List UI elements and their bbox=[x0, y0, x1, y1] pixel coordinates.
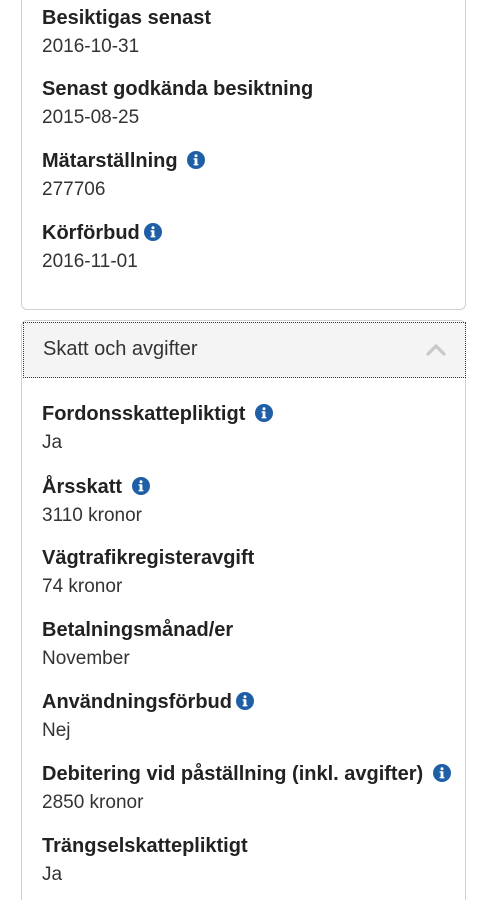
field-matarstallning: Mätarställning 277706 bbox=[42, 149, 206, 202]
matarstallning-link[interactable]: Mätarställning bbox=[42, 150, 183, 172]
field-value: 2016-10-31 bbox=[42, 36, 140, 57]
section-title: Skatt och avgifter bbox=[43, 338, 198, 360]
field-value: Nej bbox=[42, 720, 71, 741]
field-value: November bbox=[42, 648, 130, 669]
field-korforbud: Körförbud 2016-11-01 bbox=[42, 221, 162, 274]
field-label: Besiktigas senast bbox=[42, 7, 211, 29]
info-circle-icon[interactable] bbox=[143, 223, 162, 241]
info-circle-icon[interactable] bbox=[131, 477, 150, 495]
field-besiktigas-senast: Besiktigas senast 2016-10-31 bbox=[42, 6, 211, 59]
field-value: Ja bbox=[42, 864, 63, 885]
vehicle-info-page: Besiktigas senast 2016-10-31 Senast godk… bbox=[0, 0, 488, 900]
field-betalningsmanad: Betalningsmånad/er November bbox=[42, 618, 233, 671]
field-value: 2016-11-01 bbox=[42, 251, 138, 272]
field-value: 74 kronor bbox=[42, 576, 123, 597]
anvandningsforbud-link[interactable]: Användningsförbud bbox=[42, 691, 232, 713]
field-label: Trängselskattepliktigt bbox=[42, 835, 248, 857]
field-vagtrafikregisteravgift: Vägtrafikregisteravgift 74 kronor bbox=[42, 546, 254, 599]
field-label-row: Mätarställning bbox=[42, 149, 206, 173]
debitering-link[interactable]: Debitering vid påställning (inkl. avgift… bbox=[42, 763, 429, 785]
info-circle-icon[interactable] bbox=[235, 692, 254, 710]
field-label-row: Debitering vid påställning (inkl. avgift… bbox=[42, 762, 451, 786]
field-label: Senast godkända besiktning bbox=[42, 78, 314, 100]
field-value: 2850 kronor bbox=[42, 792, 144, 813]
info-circle-icon[interactable] bbox=[432, 764, 451, 782]
field-trangselskattepliktigt: Trängselskattepliktigt Ja bbox=[42, 834, 248, 887]
fordonsskattepliktigt-link[interactable]: Fordonsskattepliktigt bbox=[42, 403, 251, 425]
info-circle-icon[interactable] bbox=[187, 151, 206, 169]
arsskatt-link[interactable]: Årsskatt bbox=[42, 476, 128, 498]
field-label-row: Årsskatt bbox=[42, 475, 150, 499]
field-value: 3110 kronor bbox=[42, 505, 142, 526]
field-label: Betalningsmånad/er bbox=[42, 619, 234, 641]
tax-section-header[interactable]: Skatt och avgifter bbox=[23, 322, 466, 378]
field-value: 2015-08-25 bbox=[42, 107, 140, 128]
field-arsskatt: Årsskatt 3110 kronor bbox=[42, 475, 150, 528]
field-senast-godkanda-besiktning: Senast godkända besiktning 2015-08-25 bbox=[42, 77, 313, 130]
field-label-row: Fordonsskattepliktigt bbox=[42, 402, 273, 426]
field-fordonsskattepliktigt: Fordonsskattepliktigt Ja bbox=[42, 402, 273, 455]
field-value: Ja bbox=[42, 432, 63, 453]
field-anvandningsforbud: Användningsförbud Nej bbox=[42, 690, 254, 743]
field-debitering-vid-pastallning: Debitering vid påställning (inkl. avgift… bbox=[42, 762, 451, 815]
field-label-row: Körförbud bbox=[42, 221, 162, 245]
field-label-row: Användningsförbud bbox=[42, 690, 254, 714]
field-label: Vägtrafikregisteravgift bbox=[42, 547, 255, 569]
korforbud-link[interactable]: Körförbud bbox=[42, 222, 140, 244]
info-circle-icon[interactable] bbox=[254, 404, 273, 422]
field-value: 277706 bbox=[42, 179, 106, 200]
chevron-up-icon bbox=[426, 344, 446, 356]
